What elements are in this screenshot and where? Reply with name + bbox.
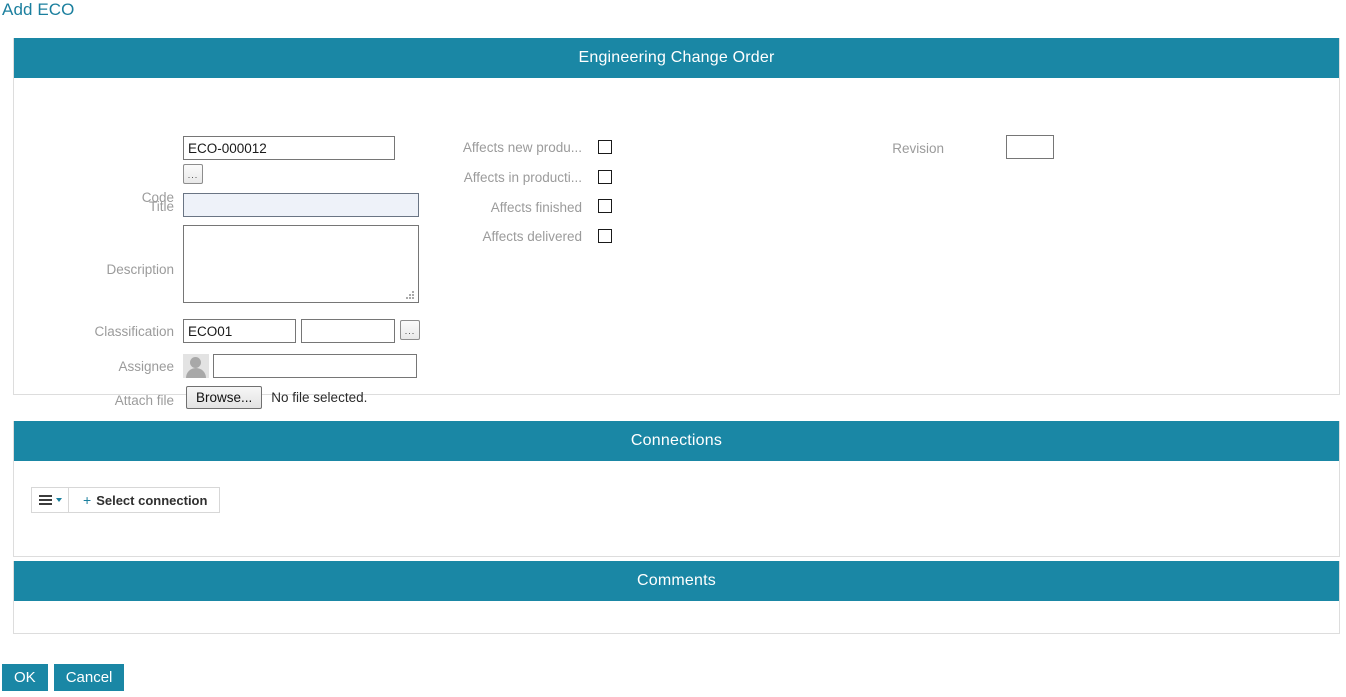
affects-finished-label: Affects finished	[490, 200, 582, 215]
classification-secondary-input[interactable]	[301, 319, 395, 343]
code-picker-button[interactable]: ...	[183, 164, 203, 184]
affects-new-product-label: Affects new produ...	[462, 140, 582, 155]
avatar-body-icon	[186, 368, 206, 378]
affects-in-production-checkbox[interactable]	[598, 170, 612, 184]
affects-in-production-label: Affects in producti...	[463, 170, 582, 185]
chevron-down-icon	[55, 498, 62, 502]
browse-button[interactable]: Browse...	[186, 386, 263, 409]
code-input[interactable]	[183, 136, 395, 160]
affects-finished-checkbox[interactable]	[598, 199, 612, 213]
description-textarea[interactable]	[183, 225, 419, 303]
file-input-row: Browse... No file selected.	[186, 386, 367, 409]
hamburger-icon	[38, 493, 52, 507]
description-label: Description	[106, 262, 174, 277]
avatar-head-icon	[190, 357, 201, 368]
connections-panel-body: + Select connection	[14, 461, 1339, 556]
attach-file-label: Attach file	[114, 393, 174, 408]
connections-panel-header: Connections	[14, 421, 1339, 461]
comments-panel-body	[14, 601, 1339, 633]
connections-menu-button[interactable]	[31, 487, 69, 513]
affects-new-product-checkbox[interactable]	[598, 140, 612, 154]
classification-picker-button[interactable]: ...	[400, 320, 420, 340]
title-input[interactable]	[183, 193, 419, 217]
engineering-change-order-panel: Engineering Change Order Code ... Title …	[13, 38, 1340, 409]
eco-panel-header: Engineering Change Order	[14, 38, 1339, 78]
select-connection-button[interactable]: + Select connection	[69, 487, 221, 513]
ok-button[interactable]: OK	[2, 664, 48, 691]
revision-label: Revision	[892, 141, 944, 156]
cancel-button[interactable]: Cancel	[53, 664, 125, 691]
comments-panel: Comments	[13, 561, 1340, 634]
assignee-input[interactable]	[213, 354, 417, 378]
affects-delivered-label: Affects delivered	[482, 229, 582, 244]
revision-input[interactable]	[1006, 135, 1054, 159]
connections-toolbar: + Select connection	[31, 487, 221, 513]
assignee-label: Assignee	[118, 359, 174, 374]
connections-panel: Connections + Select connection	[13, 421, 1340, 557]
title-label: Title	[148, 199, 174, 214]
page-title[interactable]: Add ECO	[2, 0, 75, 20]
dialog-footer: OK Cancel	[2, 664, 125, 691]
file-status-text: No file selected.	[271, 390, 368, 405]
classification-input[interactable]	[183, 319, 296, 343]
plus-icon: +	[83, 492, 92, 508]
comments-panel-header: Comments	[14, 561, 1339, 601]
select-connection-label: Select connection	[96, 492, 208, 508]
classification-label: Classification	[94, 324, 174, 339]
affects-delivered-checkbox[interactable]	[598, 229, 612, 243]
avatar[interactable]	[183, 354, 209, 378]
eco-panel-body: Code ... Title Description Classificatio…	[14, 78, 1339, 409]
